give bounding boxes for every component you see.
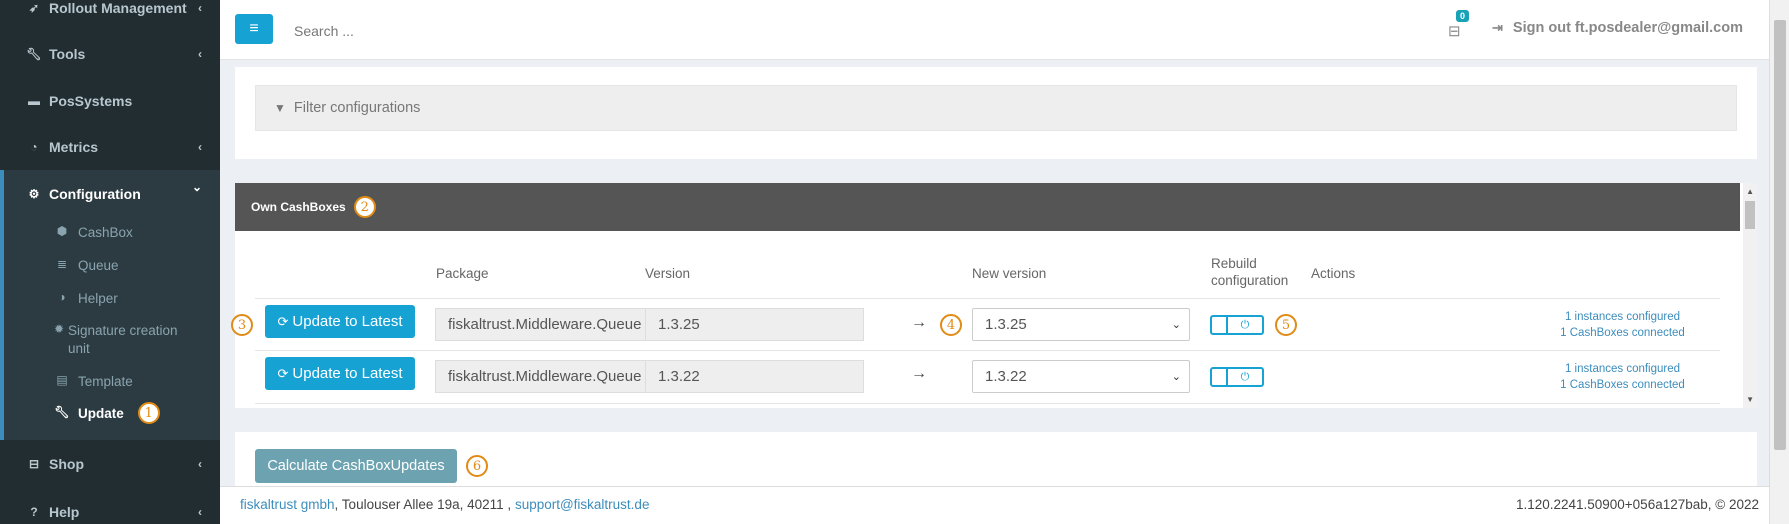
annotation-marker-1: 1 (137, 402, 160, 424)
row-divider (255, 298, 1720, 299)
cashboxes-connected-link[interactable]: 1 CashBoxes connected (1515, 377, 1730, 393)
file-icon: ▤ (56, 373, 68, 387)
company-link[interactable]: fiskaltrust gmbh (240, 497, 335, 512)
own-cashboxes-header: Own CashBoxes 2 (235, 183, 1740, 231)
sidebar-item-configuration[interactable]: ⚙ Configuration ⌄ (0, 180, 220, 204)
sign-out-icon: ⇥ (1492, 20, 1503, 35)
sidebar-item-possystems[interactable]: ▬ PosSystems (0, 91, 220, 111)
wrench-icon: 🔧︎ (54, 405, 70, 419)
chevron-down-icon: ⌄ (191, 180, 202, 194)
version-field: 1.3.25 (645, 308, 864, 341)
question-icon: ? (30, 505, 38, 519)
filter-panel: ▼ Filter configurations (235, 67, 1757, 159)
sidebar-subitem-queue[interactable]: ≣ Queue (0, 257, 220, 275)
package-field: fiskaltrust.Middleware.Queue (435, 360, 654, 393)
calculate-cashbox-updates-button[interactable]: Calculate CashBoxUpdates (255, 449, 457, 483)
cart-count-badge: 0 (1456, 10, 1470, 22)
row-divider (255, 350, 1720, 351)
chevron-down-icon: ⌄ (1171, 371, 1181, 383)
database-icon: ≣ (56, 257, 68, 271)
arrow-right-icon: → (911, 365, 927, 382)
column-header-actions: Actions (1311, 266, 1356, 281)
footer: fiskaltrust gmbh, Toulouser Allee 19a, 4… (220, 486, 1769, 524)
sidebar-subitem-cashbox[interactable]: ⬢ CashBox (0, 224, 220, 242)
annotation-marker-6: 6 (466, 455, 488, 477)
column-header-rebuild-configuration: Rebuild configuration (1211, 256, 1289, 288)
scroll-up-icon[interactable]: ▲ (1746, 187, 1754, 196)
annotation-marker-5: 5 (1275, 314, 1297, 336)
footer-address: fiskaltrust gmbh, Toulouser Allee 19a, 4… (240, 497, 650, 512)
rocket-icon: ➶ (28, 1, 40, 15)
refresh-icon: ⟳ (277, 313, 289, 329)
sidebar-item-rollout-management[interactable]: ➶ Rollout Management ‹ (0, 0, 220, 16)
filter-configurations-input[interactable]: ▼ Filter configurations (255, 85, 1737, 131)
new-version-select[interactable]: 1.3.22 ⌄ (972, 360, 1190, 393)
package-field: fiskaltrust.Middleware.Queue (435, 308, 654, 341)
page-scrollbar-thumb[interactable] (1774, 20, 1786, 450)
instances-configured-link[interactable]: 1 instances configured (1515, 361, 1730, 377)
cart-button[interactable]: 0 ⊟ (1445, 10, 1485, 46)
chevron-left-icon: ‹ (198, 457, 202, 471)
metrics-icon: ◔ (30, 140, 38, 154)
new-version-select[interactable]: 1.3.25 ⌄ (972, 308, 1190, 341)
basket-icon: ⊟ (28, 457, 40, 471)
cashboxes-connected-link[interactable]: 1 CashBoxes connected (1515, 325, 1730, 341)
sidebar-subitem-signature-creation-unit[interactable]: ✹ Signature creation unit (0, 322, 220, 358)
update-to-latest-button[interactable]: ⟳ Update to Latest (265, 305, 415, 338)
rebuild-configuration-toggle[interactable]: ⏻ (1210, 367, 1264, 387)
sidebar-subitem-template[interactable]: ▤ Template (0, 373, 220, 391)
briefcase-icon: ▬ (28, 94, 40, 108)
panel-scrollbar-thumb[interactable] (1745, 201, 1755, 229)
scroll-down-icon[interactable]: ▼ (1746, 395, 1754, 404)
row-divider (255, 403, 1720, 404)
chevron-left-icon: ‹ (198, 140, 202, 154)
power-icon: ⏻ (1240, 370, 1250, 383)
chevron-left-icon: ‹ (198, 1, 202, 15)
chevron-left-icon: ‹ (198, 505, 202, 519)
search-input[interactable] (282, 18, 682, 44)
half-circle-icon: ◑ (58, 290, 66, 304)
calculate-panel: Calculate CashBoxUpdates 6 (235, 432, 1757, 487)
column-header-package: Package (436, 266, 489, 281)
sign-out-link[interactable]: ⇥ Sign out ft.posdealer@gmail.com (1492, 20, 1743, 36)
wrench-icon: 🔧︎ (26, 47, 42, 61)
sidebar-item-tools[interactable]: 🔧︎ Tools ‹ (0, 44, 220, 64)
cogs-icon: ⚙ (28, 187, 40, 201)
support-email-link[interactable]: support@fiskaltrust.de (515, 497, 650, 512)
chevron-left-icon: ‹ (198, 47, 202, 61)
version-field: 1.3.22 (645, 360, 864, 393)
own-cashboxes-title: Own CashBoxes (251, 200, 346, 214)
sidebar: ➶ Rollout Management ‹ 🔧︎ Tools ‹ ▬ PosS… (0, 0, 220, 524)
power-icon: ⏻ (1240, 318, 1250, 331)
refresh-icon: ⟳ (277, 365, 289, 381)
instances-configured-link[interactable]: 1 instances configured (1515, 309, 1730, 325)
filter-icon: ▼ (274, 101, 286, 115)
gear-icon: ✹ (53, 322, 65, 336)
update-to-latest-button[interactable]: ⟳ Update to Latest (265, 357, 415, 390)
sidebar-item-shop[interactable]: ⊟ Shop ‹ (0, 454, 220, 474)
sidebar-subitem-helper[interactable]: ◑ Helper (0, 290, 220, 308)
annotation-marker-3: 3 (231, 314, 253, 336)
sidebar-subitem-update[interactable]: 🔧︎ Update 1 (0, 402, 220, 424)
top-bar: ≡ 0 ⊟ ⇥ Sign out ft.posdealer@gmail.com (220, 0, 1769, 60)
sidebar-item-help[interactable]: ? Help ‹ (0, 502, 220, 522)
basket-icon: ⊟ (1448, 23, 1461, 40)
hamburger-icon: ≡ (249, 20, 259, 37)
menu-toggle-button[interactable]: ≡ (235, 14, 273, 44)
annotation-marker-4: 4 (940, 314, 962, 336)
rebuild-configuration-toggle[interactable]: ⏻ (1210, 315, 1264, 335)
column-header-new-version: New version (972, 266, 1047, 281)
cube-icon: ⬢ (56, 224, 68, 238)
own-cashboxes-panel: Own CashBoxes 2 Package Version New vers… (231, 183, 1757, 408)
panel-scrollbar[interactable]: ▲ ▼ (1743, 183, 1757, 408)
arrow-right-icon: → (911, 314, 927, 331)
page-scrollbar[interactable] (1769, 0, 1789, 524)
column-header-version: Version (645, 266, 691, 281)
version-info: 1.120.2241.50900+056a127bab, © 2022 (1515, 497, 1759, 512)
sidebar-item-metrics[interactable]: ◔ Metrics ‹ (0, 137, 220, 157)
chevron-down-icon: ⌄ (1171, 319, 1181, 331)
annotation-marker-2: 2 (353, 196, 376, 218)
